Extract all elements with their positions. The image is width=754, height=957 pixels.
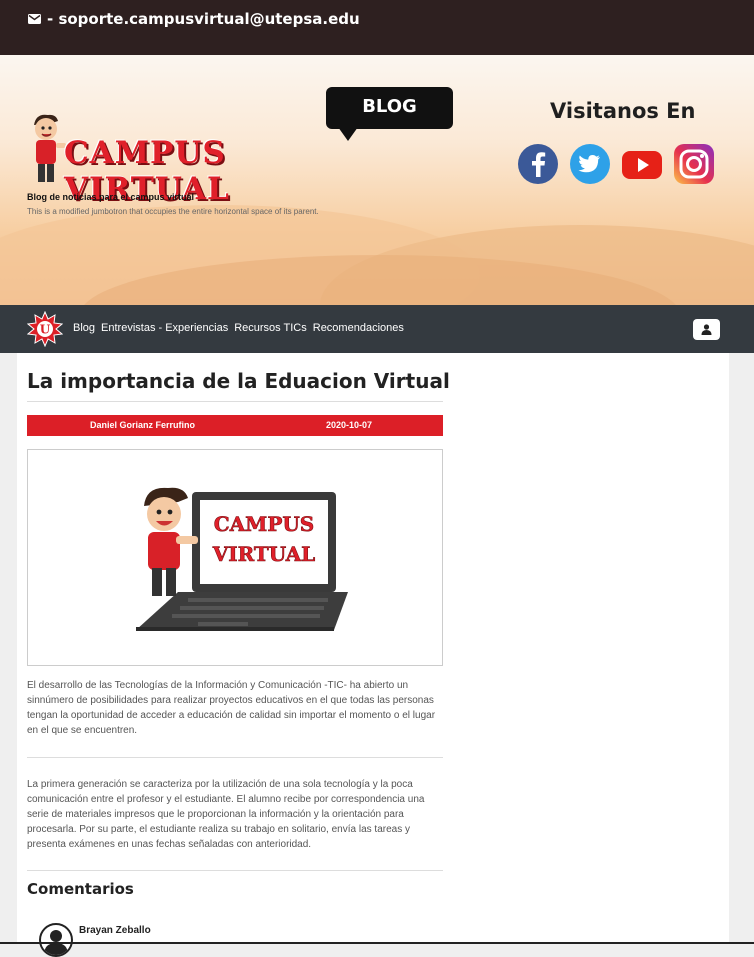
main-navbar: U Blog Entrevistas - Experiencias Recurs… xyxy=(0,305,754,353)
comments-heading: Comentarios xyxy=(27,880,134,898)
visit-us-heading: Visitanos En xyxy=(550,99,696,123)
campus-virtual-logo[interactable]: CAMPUS VIRTUAL BLOG xyxy=(26,87,453,247)
support-email-text: - soporte.campusvirtual@utepsa.edu xyxy=(47,10,360,28)
user-avatar-icon xyxy=(44,930,68,955)
support-email[interactable]: - soporte.campusvirtual@utepsa.edu xyxy=(28,10,360,28)
twitter-icon[interactable] xyxy=(569,143,611,185)
user-account-button[interactable] xyxy=(693,319,720,340)
facebook-icon[interactable] xyxy=(517,143,559,185)
image-text-virtual: VIRTUAL xyxy=(212,542,315,566)
post-content-area: La importancia de la Eduacion Virtual Da… xyxy=(17,353,729,957)
post-featured-image: CAMPUS VIRTUAL xyxy=(27,449,443,666)
top-contact-bar: - soporte.campusvirtual@utepsa.edu xyxy=(0,0,754,55)
post-date: 2020-10-07 xyxy=(326,420,373,430)
utepsa-logo-icon[interactable]: U xyxy=(27,311,63,347)
hero-description: This is a modified jumbotron that occupi… xyxy=(27,207,319,216)
image-text-campus: CAMPUS xyxy=(214,512,315,536)
user-icon xyxy=(701,324,712,335)
divider xyxy=(27,870,443,871)
blog-badge: BLOG xyxy=(326,87,453,129)
campus-virtual-illustration: CAMPUS VIRTUAL xyxy=(136,487,348,631)
mascot-icon xyxy=(34,114,66,182)
nav-link-recursos-tics[interactable]: Recursos TICs xyxy=(234,322,307,334)
nav-link-blog[interactable]: Blog xyxy=(73,322,95,334)
divider xyxy=(27,757,443,758)
hero-subtitle: Blog de noticias para el campus virtual xyxy=(27,192,195,202)
youtube-icon[interactable] xyxy=(621,143,663,185)
nav-links: Blog Entrevistas - Experiencias Recursos… xyxy=(73,322,404,334)
nav-link-entrevistas[interactable]: Entrevistas - Experiencias xyxy=(101,322,228,334)
post-author: Daniel Gorianz Ferrufino xyxy=(90,420,196,430)
post-paragraph-2: La primera generación se caracteriza por… xyxy=(27,779,425,850)
post-title: La importancia de la Eduacion Virtual xyxy=(27,369,450,393)
post-paragraph-1: El desarrollo de las Tecnologías de la I… xyxy=(27,680,436,736)
blog-badge-tail xyxy=(338,127,358,141)
hero-jumbotron: CAMPUS VIRTUAL BLOG Blog de noticias par… xyxy=(0,55,754,305)
instagram-icon[interactable] xyxy=(673,143,715,185)
envelope-icon xyxy=(28,14,41,24)
comment-avatar xyxy=(39,923,73,957)
divider xyxy=(27,401,443,402)
post-meta-bar: Daniel Gorianz Ferrufino 2020-10-07 xyxy=(27,415,443,436)
nav-logo-letter: U xyxy=(40,323,51,337)
nav-link-recomendaciones[interactable]: Recomendaciones xyxy=(313,322,404,334)
comment-author: Brayan Zeballo xyxy=(79,925,151,936)
